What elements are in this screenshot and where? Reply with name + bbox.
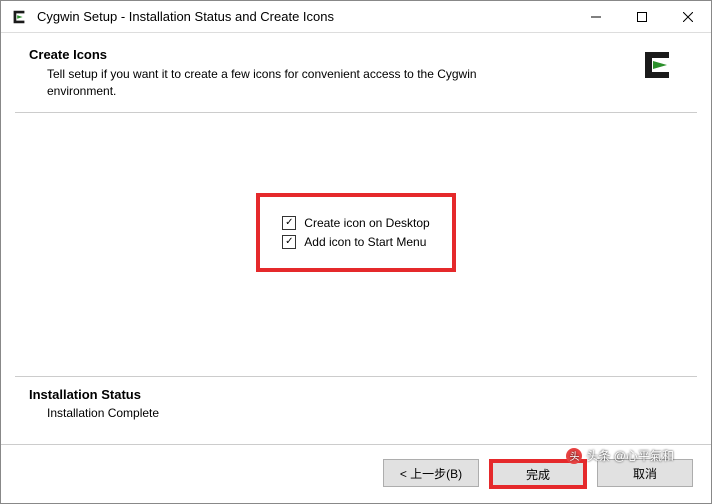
close-button[interactable] — [665, 1, 711, 33]
startmenu-checkbox-row[interactable]: ✓ Add icon to Start Menu — [282, 235, 429, 249]
header-description: Tell setup if you want it to create a fe… — [47, 66, 487, 100]
header-title: Create Icons — [29, 47, 639, 62]
watermark: 头 头条 @心平氣和 — [566, 447, 674, 464]
checkbox-area: ✓ Create icon on Desktop ✓ Add icon to S… — [1, 113, 711, 376]
titlebar: Cygwin Setup - Installation Status and C… — [1, 1, 711, 33]
maximize-button[interactable] — [619, 1, 665, 33]
setup-window: Cygwin Setup - Installation Status and C… — [0, 0, 712, 504]
startmenu-checkbox-label: Add icon to Start Menu — [304, 235, 426, 249]
desktop-checkbox-row[interactable]: ✓ Create icon on Desktop — [282, 216, 429, 230]
cygwin-logo-icon — [639, 47, 675, 83]
status-text: Installation Complete — [47, 406, 693, 420]
cygwin-icon — [9, 7, 29, 27]
checkbox-icon: ✓ — [282, 235, 296, 249]
watermark-icon: 头 — [566, 448, 582, 464]
status-title: Installation Status — [29, 387, 693, 402]
minimize-button[interactable] — [573, 1, 619, 33]
status-section: Installation Status Installation Complet… — [1, 377, 711, 444]
back-button[interactable]: < 上一步(B) — [383, 459, 479, 487]
watermark-text: 头条 @心平氣和 — [586, 447, 674, 464]
window-title: Cygwin Setup - Installation Status and C… — [37, 9, 573, 24]
checkbox-icon: ✓ — [282, 216, 296, 230]
header-section: Create Icons Tell setup if you want it t… — [1, 33, 711, 112]
content-area: Create Icons Tell setup if you want it t… — [1, 33, 711, 444]
checkbox-highlight-box: ✓ Create icon on Desktop ✓ Add icon to S… — [256, 193, 455, 272]
desktop-checkbox-label: Create icon on Desktop — [304, 216, 429, 230]
